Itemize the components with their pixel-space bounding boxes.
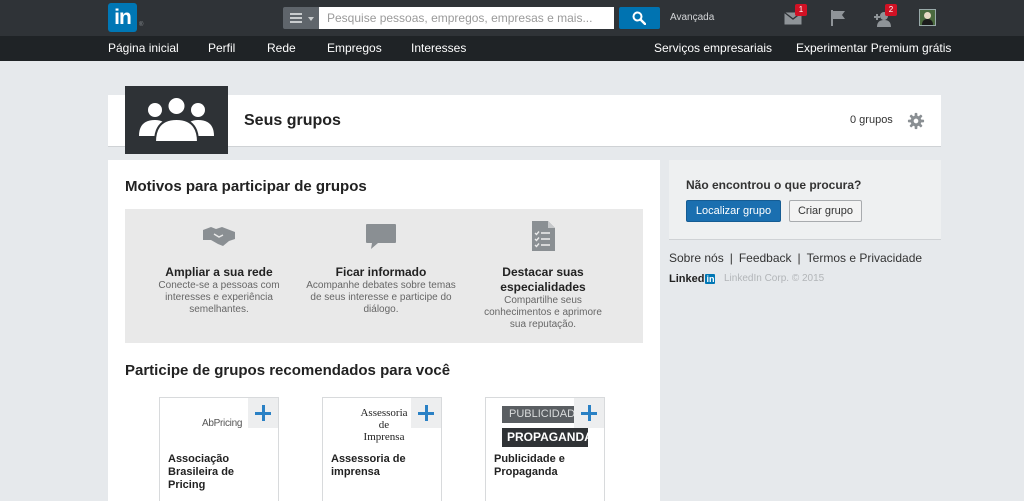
search-input[interactable] bbox=[319, 7, 614, 29]
flag-icon bbox=[831, 10, 845, 26]
search-button[interactable] bbox=[619, 7, 660, 29]
recommended-title: Participe de grupos recomendados para vo… bbox=[125, 362, 451, 379]
reasons-title: Motivos para participar de grupos bbox=[125, 178, 367, 195]
reason-highlight-expertise: Destacar suas especialidades Compartilhe… bbox=[468, 220, 618, 331]
notifications-button[interactable] bbox=[829, 9, 849, 27]
group-logo: Assessoria de Imprensa bbox=[360, 407, 408, 443]
group-name: Publicidade e Propaganda bbox=[494, 453, 565, 478]
connections-button[interactable]: 2 bbox=[874, 4, 897, 27]
linkedin-logo[interactable]: in bbox=[108, 3, 137, 32]
registered-mark: ® bbox=[139, 22, 144, 28]
avatar[interactable] bbox=[919, 9, 936, 26]
secondary-nav: Página inicial Perfil Rede Empregos Inte… bbox=[0, 36, 1024, 61]
nav-business-services[interactable]: Serviços empresariais bbox=[654, 41, 772, 55]
group-logo-text: PROPAGANDA bbox=[502, 428, 593, 447]
nav-profile[interactable]: Perfil bbox=[208, 41, 235, 55]
recommended-group-card[interactable]: Assessoria de Imprensa Assessoria de imp… bbox=[322, 397, 442, 501]
nav-network[interactable]: Rede bbox=[267, 41, 296, 55]
separator: | bbox=[797, 251, 801, 265]
copyright: LinkedIn Corp. © 2015 bbox=[724, 273, 825, 284]
search-icon bbox=[632, 11, 646, 25]
nav-interests[interactable]: Interesses bbox=[411, 41, 466, 55]
reason-expand-network: Ampliar a sua rede Conecte-se a pessoas … bbox=[144, 222, 294, 316]
reason-desc: Acompanhe debates sobre temas de seus in… bbox=[306, 280, 456, 315]
create-group-button[interactable]: Criar grupo bbox=[789, 200, 862, 222]
connections-badge: 2 bbox=[885, 4, 897, 16]
page-title: Seus grupos bbox=[244, 112, 341, 129]
menu-icon bbox=[290, 13, 302, 23]
group-placeholder-image bbox=[125, 86, 228, 154]
reason-desc: Conecte-se a pessoas com interesses e ex… bbox=[158, 280, 280, 315]
reason-desc: Compartilhe seus conhecimentos e aprimor… bbox=[484, 295, 602, 330]
messages-badge: 1 bbox=[795, 4, 807, 16]
reason-title: Ampliar a sua rede bbox=[165, 265, 273, 279]
group-logo: PUBLICIDADE bbox=[502, 406, 580, 423]
document-icon bbox=[532, 221, 555, 251]
group-name: Associação Brasileira de Pricing bbox=[168, 453, 235, 491]
reason-title: Ficar informado bbox=[335, 265, 427, 279]
join-group-button[interactable] bbox=[411, 398, 441, 428]
reason-stay-informed: Ficar informado Acompanhe debates sobre … bbox=[306, 222, 456, 316]
join-group-button[interactable] bbox=[574, 398, 604, 428]
search-category-dropdown[interactable] bbox=[283, 7, 319, 29]
advanced-search-link[interactable]: Avançada bbox=[670, 12, 714, 23]
find-group-question: Não encontrou o que procura? bbox=[686, 178, 862, 192]
nav-premium[interactable]: Experimentar Premium grátis bbox=[796, 41, 951, 55]
nav-home[interactable]: Página inicial bbox=[108, 41, 179, 55]
group-count: 0 grupos bbox=[850, 114, 893, 126]
chevron-down-icon bbox=[308, 17, 314, 21]
feedback-link[interactable]: Feedback bbox=[739, 251, 792, 265]
find-group-button[interactable]: Localizar grupo bbox=[686, 200, 781, 222]
nav-jobs[interactable]: Empregos bbox=[327, 41, 382, 55]
group-logo: AbPricing bbox=[202, 418, 243, 429]
messages-button[interactable]: 1 bbox=[784, 4, 807, 27]
handshake-icon bbox=[203, 227, 235, 246]
separator: | bbox=[729, 251, 733, 265]
footer-logo: Linked in bbox=[669, 273, 716, 285]
group-icon bbox=[139, 96, 214, 143]
speech-bubble-icon bbox=[366, 224, 396, 249]
reason-title: Destacar suas especialidades bbox=[500, 265, 586, 294]
footer-links: Sobre nós | Feedback | Termos e Privacidade bbox=[669, 251, 922, 265]
groups-header-card bbox=[108, 95, 941, 147]
join-group-button[interactable] bbox=[248, 398, 278, 428]
terms-link[interactable]: Termos e Privacidade bbox=[807, 251, 922, 265]
about-link[interactable]: Sobre nós bbox=[669, 251, 724, 265]
recommended-group-card[interactable]: AbPricing Associação Brasileira de Prici… bbox=[159, 397, 279, 501]
recommended-group-card[interactable]: PUBLICIDADE PROPAGANDA Publicidade e Pro… bbox=[485, 397, 605, 501]
group-name: Assessoria de imprensa bbox=[331, 453, 406, 478]
gear-icon[interactable] bbox=[907, 112, 925, 130]
